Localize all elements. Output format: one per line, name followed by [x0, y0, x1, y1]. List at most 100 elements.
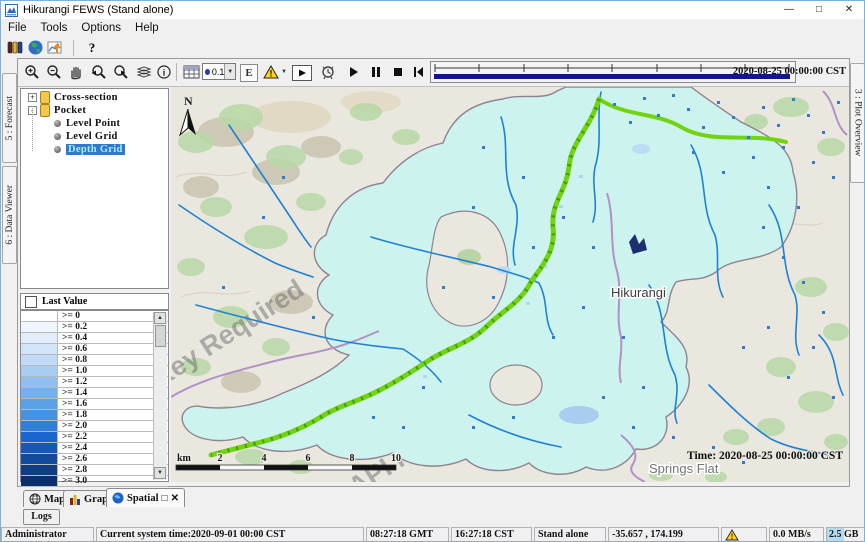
pan-hand-icon[interactable] [66, 62, 86, 82]
svg-text:8: 8 [350, 453, 355, 464]
legend-row[interactable]: >= 1.2 [21, 377, 168, 388]
legend-row[interactable]: >= 0 [21, 311, 168, 322]
status-system-time: Current system time:2020-09-01 00:00 CST [96, 527, 364, 542]
legend-row[interactable]: >= 2.0 [21, 421, 168, 432]
legend-swatch [21, 465, 58, 475]
spatial-display-panel: i 0.1 ▼ E ! ▼ [17, 58, 850, 487]
info-icon[interactable]: i [154, 62, 174, 82]
app-icon [5, 4, 18, 17]
minimize-button[interactable]: — [774, 1, 804, 19]
tree-item-level-point[interactable]: Level Point [21, 117, 168, 130]
play-icon[interactable] [344, 62, 364, 82]
legend-row[interactable]: >= 0.2 [21, 322, 168, 333]
stop-icon[interactable] [388, 62, 408, 82]
globe-icon [112, 492, 124, 504]
legend-swatch [21, 311, 58, 321]
status-transfer-rate: 0.0 MB/s [769, 527, 824, 542]
node-bullet-icon [54, 146, 61, 153]
status-mode: Stand alone [534, 527, 606, 542]
zoom-previous-icon[interactable] [88, 62, 108, 82]
bar-chart-icon [69, 493, 81, 505]
scroll-down-icon[interactable]: ▼ [154, 467, 166, 479]
legend-swatch [21, 421, 58, 431]
status-warning-cell[interactable]: ! [721, 527, 767, 542]
tree-item-cross-section[interactable]: + Cross-section [21, 91, 168, 104]
database-icon[interactable] [5, 39, 25, 57]
legend-swatch [21, 443, 58, 453]
main-toolbar: ? [1, 36, 864, 59]
close-button[interactable]: ✕ [834, 1, 864, 19]
node-bullet-icon [54, 133, 61, 140]
chevron-down-icon[interactable]: ▼ [224, 64, 235, 79]
map-canvas[interactable]: API Key Required API Key Required [171, 87, 849, 482]
toolbar-separator [73, 40, 74, 56]
folder-icon [40, 91, 50, 104]
title-bar: Hikurangi FEWS (Stand alone) — □ ✕ [1, 1, 864, 19]
legend-header: Last Value [20, 293, 169, 310]
chevron-down-icon[interactable]: ▼ [279, 62, 289, 82]
animation-export-icon[interactable] [292, 65, 312, 81]
legend-swatch [21, 333, 58, 343]
menu-options[interactable]: Options [74, 22, 128, 34]
class-break-select[interactable]: 0.1 ▼ [202, 63, 236, 80]
svg-text:km: km [177, 453, 192, 464]
last-value-checkbox[interactable] [25, 296, 37, 308]
tree-item-level-grid[interactable]: Level Grid [21, 130, 168, 143]
grid-display-icon[interactable] [181, 62, 201, 82]
legend-row[interactable]: >= 2.6 [21, 454, 168, 465]
legend-row[interactable]: >= 1.0 [21, 366, 168, 377]
svg-text:!: ! [731, 532, 734, 541]
expand-icon[interactable]: + [28, 93, 37, 102]
tree-item-depth-grid[interactable]: Depth Grid [21, 143, 168, 156]
node-bullet-icon [54, 120, 61, 127]
legend-swatch [21, 410, 58, 420]
legend-row[interactable]: >= 2.2 [21, 432, 168, 443]
menu-file[interactable]: File [1, 22, 34, 34]
legend-row[interactable]: >= 0.6 [21, 344, 168, 355]
tab-maximize-icon[interactable]: □ [162, 493, 168, 504]
svg-text:2: 2 [218, 453, 223, 464]
display-groups-icon[interactable] [45, 39, 65, 57]
menu-help[interactable]: Help [128, 22, 166, 34]
legend-row[interactable]: >= 0.8 [21, 355, 168, 366]
tab-spatial[interactable]: Spatial □ ✕ [106, 488, 185, 507]
logs-button[interactable]: Logs [23, 509, 60, 525]
tab-data-viewer[interactable]: 6 : Data Viewer [2, 166, 17, 264]
tab-plot-overview[interactable]: 3 : Plot Overview [850, 63, 865, 183]
legend-swatch [21, 388, 58, 398]
tab-close-icon[interactable]: ✕ [171, 493, 179, 504]
legend-row[interactable]: >= 1.6 [21, 399, 168, 410]
scroll-up-icon[interactable]: ▲ [154, 312, 166, 324]
zoom-out-icon[interactable] [44, 62, 64, 82]
layers-tree: + Cross-section - Pocket Level Point Lev… [20, 88, 169, 289]
place-label: Springs Flat [649, 461, 719, 476]
legend-row[interactable]: >= 2.4 [21, 443, 168, 454]
animation-settings-icon[interactable] [318, 62, 338, 82]
legend-scrollbar[interactable]: ▲ ▼ [153, 312, 167, 480]
zoom-next-icon[interactable] [110, 62, 130, 82]
legend-row[interactable]: >= 2.8 [21, 465, 168, 476]
maximize-button[interactable]: □ [804, 1, 834, 19]
tree-connector [32, 106, 34, 151]
tree-item-pocket[interactable]: - Pocket [21, 104, 168, 117]
map-globe-icon[interactable] [25, 39, 45, 57]
layers-icon[interactable] [134, 62, 154, 82]
legend-row[interactable]: >= 3.0 [21, 476, 168, 487]
legend-row[interactable]: >= 0.4 [21, 333, 168, 344]
zoom-in-icon[interactable] [22, 62, 42, 82]
legend-row[interactable]: >= 1.4 [21, 388, 168, 399]
legend-swatch [21, 399, 58, 409]
svg-text:N: N [184, 94, 193, 108]
legend-swatch [21, 476, 58, 486]
legend-row[interactable]: >= 1.8 [21, 410, 168, 421]
menu-tools[interactable]: Tools [34, 22, 75, 34]
scroll-thumb[interactable] [155, 325, 166, 347]
legend-swatch [21, 322, 58, 332]
status-local-time: 16:27:18 CST [451, 527, 532, 542]
help-icon[interactable]: ? [82, 39, 102, 57]
map-time-label: Time: 2020-08-25 00:00:00 CST [687, 450, 843, 462]
labels-toggle-icon[interactable]: E [240, 64, 258, 82]
pause-icon[interactable] [366, 62, 386, 82]
tab-forecast[interactable]: 5 : Forecast [2, 73, 17, 163]
status-coordinates: -35.657 , 174.199 [608, 527, 719, 542]
